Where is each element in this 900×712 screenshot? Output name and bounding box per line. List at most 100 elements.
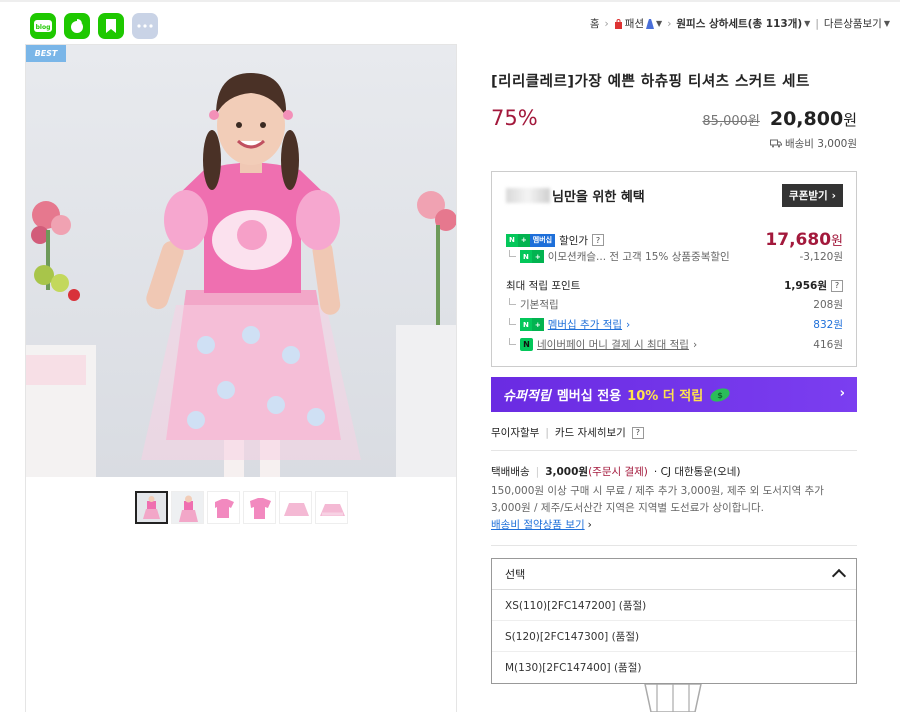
divider: |: [535, 466, 540, 478]
basic-points-label: 기본적립: [520, 299, 559, 311]
divider: |: [545, 426, 549, 439]
naver-membership-badge: N + 멤버십: [506, 233, 556, 247]
svg-text:blog: blog: [36, 24, 51, 31]
money-icon: $: [710, 387, 730, 402]
breadcrumb-separator: ›: [604, 17, 609, 30]
thumbnail[interactable]: [207, 491, 240, 524]
naver-plus-badge: N +: [520, 318, 544, 331]
basic-points-value: 208원: [813, 299, 843, 311]
price-row: 85,000원 20,800원: [702, 108, 857, 130]
points-value: 1,956원: [784, 280, 827, 292]
delivery-summary: 택배배송 | 3,000원(주문시 결제) · CJ 대한통운(오네): [491, 464, 857, 481]
coupon-button[interactable]: 쿠폰받기 ›: [782, 184, 843, 207]
product-title: [리리클레르]가장 예쁜 하츄핑 티셔츠 스커트 세트: [491, 74, 810, 90]
help-icon[interactable]: ?: [831, 279, 843, 292]
sub-discount-value: -3,120원: [799, 251, 843, 263]
benefit-heading: 님만을 위한 혜택: [506, 186, 645, 205]
keep-share-button[interactable]: [98, 13, 124, 39]
saving-link-row[interactable]: 배송비 절약상품 보기 ›: [491, 517, 857, 534]
breadcrumb-fashion-label: 패션: [624, 18, 645, 30]
chevron-down-icon: ▼: [804, 19, 811, 28]
cafe-share-button[interactable]: [64, 13, 90, 39]
discount-rate: 75%: [491, 106, 538, 130]
thumbnail[interactable]: [279, 491, 312, 524]
thumbnail[interactable]: [243, 491, 276, 524]
help-icon[interactable]: ?: [592, 234, 605, 246]
installment-row: 무이자할부 | 카드 자세히보기 ?: [491, 425, 644, 440]
option-item[interactable]: M(130)[2FC147400] (품절): [492, 652, 856, 683]
other-products-label: 다른상품보기: [823, 18, 882, 30]
benefit-heading-text: 님만을 위한 혜택: [552, 190, 645, 205]
basic-points-row: 기본적립 208원: [506, 297, 843, 312]
member-points-link[interactable]: 멤버십 추가 적립: [548, 317, 622, 332]
blurred-username: [506, 188, 550, 203]
super-banner-highlight: 10% 더 적립: [627, 389, 704, 404]
product-info: [리리클레르]가장 예쁜 하츄핑 티셔츠 스커트 세트 75% 85,000원 …: [491, 70, 857, 150]
points-row: 최대 적립 포인트 1,956원?: [506, 278, 843, 293]
truck-icon: [769, 139, 782, 148]
sub-discount-label: 이모션캐슬... 전 고객 15% 상품중복할인: [547, 251, 730, 263]
other-products-dropdown[interactable]: 다른상품보기 ▼: [824, 16, 890, 31]
discount-price-row: N + 멤버십 할인가 ? 17,680원: [506, 230, 843, 250]
tree-line: [509, 250, 516, 257]
option-select-placeholder: 선택: [505, 568, 526, 581]
chevron-up-icon: [831, 568, 847, 584]
npay-points-row[interactable]: N 네이버페이 머니 결제 시 최대 적립 › 416원: [506, 337, 843, 352]
option-select[interactable]: 선택 XS(110)[2FC147200] (품절) S(120)[2FC147…: [491, 558, 857, 684]
npay-points-value: 416원: [813, 339, 843, 351]
keep-icon: [106, 19, 116, 33]
top-bar: blog 홈 › 패션 ▼ › 원피스 상하세트(총 113개) ▼ | 다른상…: [0, 0, 900, 44]
option-item[interactable]: S(120)[2FC147300] (품절): [492, 621, 856, 652]
help-icon[interactable]: ?: [631, 426, 644, 439]
thumbnail[interactable]: [135, 491, 168, 524]
delivery-info: 택배배송 | 3,000원(주문시 결제) · CJ 대한통운(오네) 150,…: [491, 464, 857, 534]
breadcrumb-fashion[interactable]: 패션 ▼: [614, 16, 662, 31]
naver-pay-icon: N: [520, 338, 533, 351]
chevron-right-icon: ›: [587, 519, 592, 531]
product-main-image[interactable]: BEST: [26, 45, 456, 477]
thumbnail-list: [135, 491, 348, 524]
shipping-fee-label: 배송비 3,000원: [784, 138, 857, 150]
delivery-type: 택배배송: [491, 466, 530, 478]
member-points-value: 832원: [813, 319, 843, 331]
naver-plus-badge: N +: [520, 250, 544, 263]
cafe-icon: [71, 19, 83, 33]
option-item[interactable]: XS(110)[2FC147200] (품절): [492, 590, 856, 621]
thumbnail[interactable]: [171, 491, 204, 524]
chevron-down-icon: ▼: [883, 19, 890, 28]
blog-icon: blog: [34, 20, 52, 32]
delivery-description: 150,000원 이상 구매 시 무료 / 제주 추가 3,000원, 제주 외…: [491, 485, 824, 514]
delivery-carrier: · CJ 대한통운(오네): [653, 466, 741, 478]
chevron-right-icon: ›: [839, 386, 845, 401]
super-banner-text: 멤버십 전용: [556, 389, 622, 404]
discount-price-label: 할인가: [559, 234, 589, 247]
breadcrumb-category-label: 원피스 상하세트(총 113개): [676, 18, 803, 30]
shipping-saving-link[interactable]: 배송비 절약상품 보기: [491, 517, 585, 534]
section-divider: [491, 450, 857, 451]
tree-line: [509, 318, 516, 325]
member-points-row[interactable]: N + 멤버십 추가 적립 › 832원: [506, 317, 843, 332]
thumbnail[interactable]: [315, 491, 348, 524]
breadcrumb: 홈 › 패션 ▼ › 원피스 상하세트(총 113개) ▼ | 다른상품보기 ▼: [590, 16, 890, 31]
cart-decoration-icon: [644, 684, 702, 712]
tree-line: [509, 338, 516, 345]
breadcrumb-category[interactable]: 원피스 상하세트(총 113개) ▼: [676, 16, 810, 31]
original-price: 85,000원: [702, 114, 760, 129]
chevron-down-icon: ▼: [656, 19, 663, 28]
shipping-fee: 배송비 3,000원: [769, 136, 857, 151]
coupon-button-label: 쿠폰받기: [789, 190, 828, 202]
breadcrumb-home[interactable]: 홈: [590, 16, 600, 31]
more-icon: [137, 24, 153, 28]
best-badge: BEST: [26, 45, 66, 62]
npay-points-link[interactable]: 네이버페이 머니 결제 시 최대 적립: [537, 337, 689, 352]
blog-share-button[interactable]: blog: [30, 13, 56, 39]
chevron-right-icon: ›: [692, 338, 698, 351]
option-select-header[interactable]: 선택: [492, 559, 856, 590]
installment-label: 무이자할부: [491, 427, 540, 439]
card-detail-link[interactable]: 카드 자세히보기: [555, 425, 626, 440]
more-share-button[interactable]: [132, 13, 158, 39]
super-points-banner[interactable]: 슈퍼적립 멤버십 전용 10% 더 적립 $ ›: [491, 377, 857, 412]
delivery-fee: 3,000원: [545, 466, 589, 478]
discount-price: 17,680원: [765, 230, 843, 250]
svg-text:$: $: [717, 391, 723, 400]
